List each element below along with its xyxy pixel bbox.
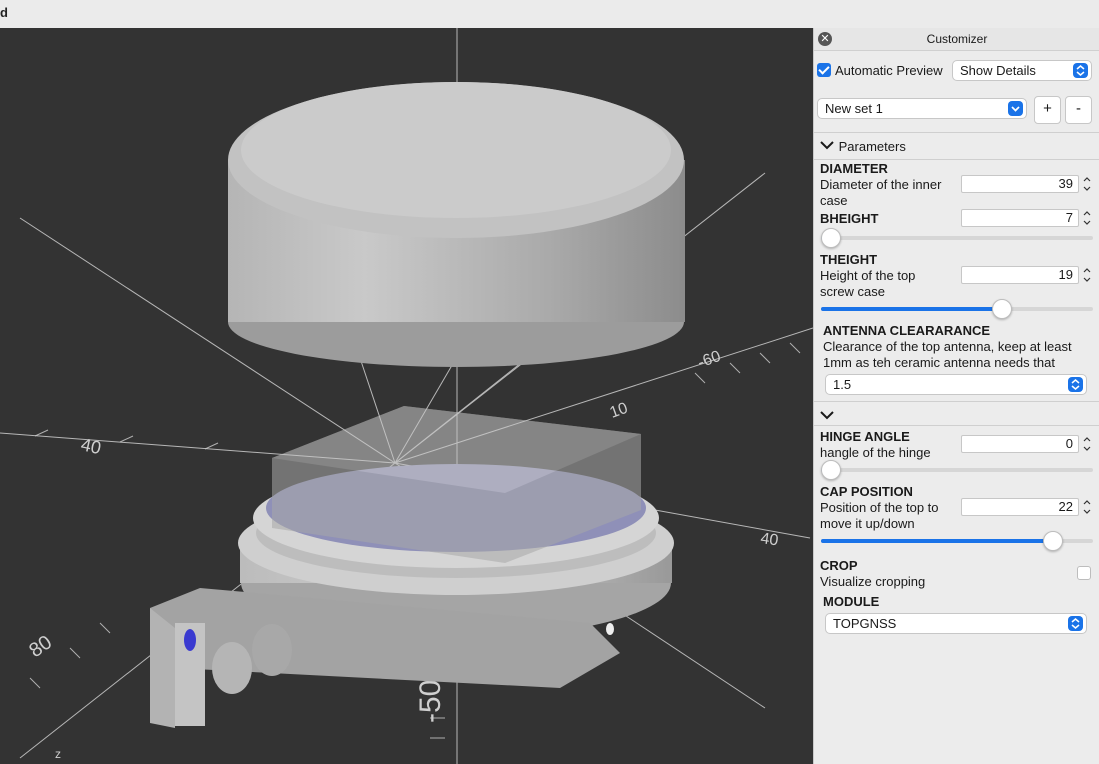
param-desc: Height of the top <box>820 268 916 283</box>
stepper-icon[interactable] <box>1082 435 1092 453</box>
hinge-angle-slider[interactable] <box>821 460 1093 480</box>
diameter-spinbox[interactable]: 39 <box>961 175 1079 193</box>
chevron-down-icon <box>1008 101 1023 116</box>
module-select-value: TOPGNSS <box>833 616 897 631</box>
preset-select-value: New set 1 <box>825 101 883 116</box>
divider <box>814 401 1099 402</box>
param-name: ANTENNA CLEARARANCE <box>823 323 991 338</box>
axis-label: 10 <box>608 400 631 422</box>
bheight-spinbox[interactable]: 7 <box>961 209 1079 227</box>
slider-fill <box>821 307 1003 311</box>
param-name: HINGE ANGLE <box>820 429 910 444</box>
axis-label: 40 <box>759 530 779 549</box>
remove-preset-button[interactable]: - <box>1065 96 1092 124</box>
slider-knob[interactable] <box>821 228 841 248</box>
theight-slider[interactable] <box>821 299 1093 319</box>
crop-checkbox[interactable] <box>1077 566 1091 580</box>
antenna-clearance-select[interactable]: 1.5 <box>825 374 1087 395</box>
details-select-value: Show Details <box>960 63 1036 78</box>
customizer-panel: ✕ Customizer Automatic Preview Show Deta… <box>813 28 1099 764</box>
3d-viewport[interactable]: 40 -50 80 -60 10 40 z <box>0 28 813 764</box>
3d-render: 40 -50 80 -60 10 40 z <box>0 28 813 764</box>
theight-spinbox[interactable]: 19 <box>961 266 1079 284</box>
param-desc: Visualize cropping <box>820 574 926 589</box>
automatic-preview-label: Automatic Preview <box>835 63 943 78</box>
parameters-header-label: Parameters <box>838 139 906 154</box>
stepper-icon[interactable] <box>1082 498 1092 516</box>
chevron-down-icon[interactable] <box>819 409 835 421</box>
param-name: CROP <box>820 558 858 573</box>
slider-knob[interactable] <box>821 460 841 480</box>
param-name: MODULE <box>823 594 880 609</box>
param-name: BHEIGHT <box>820 211 879 226</box>
antenna-clearance-value: 1.5 <box>833 377 852 392</box>
preset-select[interactable]: New set 1 <box>817 98 1027 119</box>
slider-knob[interactable] <box>1042 531 1063 551</box>
updown-chevron-icon <box>1068 616 1083 631</box>
automatic-preview-checkbox[interactable] <box>817 63 831 77</box>
bheight-slider[interactable] <box>821 228 1093 248</box>
param-desc: 1mm as teh ceramic antenna needs that <box>823 355 1055 370</box>
window-title: d <box>0 5 8 20</box>
chevron-down-icon <box>820 141 834 150</box>
axis-label: -50 <box>414 680 447 723</box>
stepper-icon[interactable] <box>1082 175 1092 193</box>
updown-chevron-icon <box>1073 63 1088 78</box>
slider-knob[interactable] <box>992 299 1013 319</box>
parameters-section-toggle[interactable]: Parameters <box>819 139 906 154</box>
slider-fill <box>821 539 1053 543</box>
param-name: CAP POSITION <box>820 484 913 499</box>
axis-label: 80 <box>25 631 56 662</box>
axis-label: z <box>55 747 61 761</box>
module-select[interactable]: TOPGNSS <box>825 613 1087 634</box>
param-desc: screw case <box>820 284 886 299</box>
stepper-icon[interactable] <box>1082 266 1092 284</box>
param-desc: Diameter of the inner <box>820 177 942 192</box>
axis-label: -60 <box>696 348 724 372</box>
top-cap <box>228 82 685 367</box>
divider <box>814 132 1099 133</box>
param-name: THEIGHT <box>820 252 878 267</box>
updown-chevron-icon <box>1068 377 1083 392</box>
window-titlebar: d <box>0 0 1099 29</box>
divider <box>814 159 1099 160</box>
param-desc: Clearance of the top antenna, keep at le… <box>823 339 1072 354</box>
param-desc: move it up/down <box>820 516 915 531</box>
customizer-title: Customizer <box>926 32 988 46</box>
param-desc: hangle of the hinge <box>820 445 931 460</box>
details-select[interactable]: Show Details <box>952 60 1092 81</box>
axis-label: 40 <box>79 434 103 458</box>
divider <box>814 425 1099 426</box>
add-preset-button[interactable]: + <box>1034 96 1061 124</box>
param-name: DIAMETER <box>820 161 888 176</box>
param-desc: case <box>820 193 848 208</box>
cap-position-slider[interactable] <box>821 531 1093 551</box>
stepper-icon[interactable] <box>1082 209 1092 227</box>
param-desc: Position of the top to <box>820 500 939 515</box>
hinge-angle-spinbox[interactable]: 0 <box>961 435 1079 453</box>
customizer-header: ✕ Customizer <box>814 28 1099 51</box>
cap-position-spinbox[interactable]: 22 <box>961 498 1079 516</box>
